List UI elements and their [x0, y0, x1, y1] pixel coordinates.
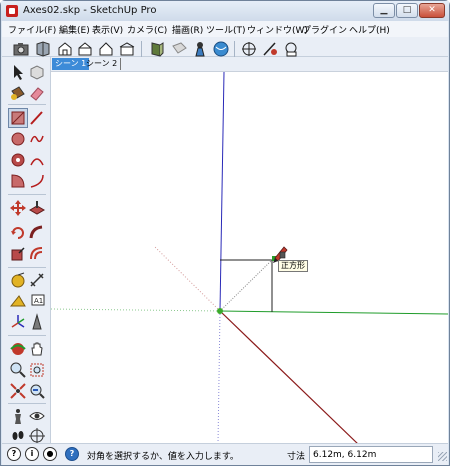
menu-bar: ファイル(F) 編集(E) 表示(V) カメラ(C) 描画(R) ツール(T) …: [2, 21, 448, 37]
status-message: 対角を選択するか、値を入力します。: [87, 452, 239, 462]
rectangle-edges: [220, 259, 273, 312]
camera-icon[interactable]: [12, 40, 30, 58]
inference-tooltip: 正方形: [278, 260, 308, 272]
move-tool-icon[interactable]: [9, 199, 27, 217]
menu-tools[interactable]: ツール(T): [206, 23, 246, 36]
menu-plugins[interactable]: プラグイン: [302, 23, 347, 36]
freehand-tool-icon[interactable]: [28, 130, 46, 148]
toolbar-separator: [141, 41, 142, 57]
tools-toolbar: A1: [2, 57, 51, 444]
front-view-icon[interactable]: [97, 40, 115, 58]
menu-window[interactable]: ウィンドウ(W): [247, 23, 308, 36]
window-title: Axes02.skp - SketchUp Pro: [23, 5, 157, 16]
green-axis-negative: [51, 308, 221, 312]
select-arrow-icon[interactable]: [9, 63, 27, 81]
circle-tool-icon[interactable]: [9, 130, 27, 148]
paint-bucket-icon[interactable]: [9, 84, 27, 102]
text-tool-icon[interactable]: A1: [28, 292, 46, 310]
menu-camera[interactable]: カメラ(C): [127, 23, 167, 36]
hidden-line-icon[interactable]: [191, 40, 209, 58]
previous-view-icon[interactable]: [28, 382, 46, 400]
top-view-icon[interactable]: [76, 40, 94, 58]
credits-icon[interactable]: i: [25, 447, 39, 461]
tape-measure-tool-icon[interactable]: [9, 271, 27, 289]
polygon-tool-icon[interactable]: [9, 151, 27, 169]
dimension-icon[interactable]: [282, 40, 300, 58]
arc-tool-icon[interactable]: [28, 151, 46, 169]
help-icon[interactable]: ?: [65, 447, 79, 461]
push-pull-icon[interactable]: [28, 199, 46, 217]
app-window: Axes02.skp - SketchUp Pro ▁ □ ✕ ファイル(F) …: [0, 0, 450, 466]
axes-icon[interactable]: [9, 313, 27, 331]
shaded-icon[interactable]: [212, 40, 230, 58]
red-axis: [219, 310, 359, 444]
orbit-tool-icon[interactable]: [9, 340, 27, 358]
three-point-arc-icon[interactable]: [28, 172, 46, 190]
offset-tool-icon[interactable]: [28, 245, 46, 263]
make-component-icon[interactable]: [28, 63, 46, 81]
menu-file[interactable]: ファイル(F): [8, 23, 56, 36]
sketchup-logo-icon: [6, 5, 18, 17]
status-bar: ? i ● ? 対角を選択するか、値を入力します。 寸法: [2, 443, 448, 465]
follow-me-icon[interactable]: [28, 224, 46, 242]
maximize-button[interactable]: □: [396, 3, 418, 18]
tape-measure-icon[interactable]: [261, 40, 279, 58]
green-axis: [219, 310, 448, 315]
position-camera-icon[interactable]: [9, 407, 27, 425]
protractor-icon[interactable]: [9, 292, 27, 310]
scale-tool-icon[interactable]: [9, 245, 27, 263]
tab-scene-2[interactable]: シーン 2: [83, 58, 122, 70]
views-toolbar: [2, 37, 448, 57]
menu-draw[interactable]: 描画(R): [172, 23, 203, 36]
close-button[interactable]: ✕: [419, 3, 445, 18]
rectangle-diagonal: [219, 259, 273, 312]
title-bar[interactable]: Axes02.skp - SketchUp Pro ▁ □ ✕: [1, 1, 449, 21]
user-icon[interactable]: ●: [43, 447, 57, 461]
rotate-tool-icon[interactable]: [9, 224, 27, 242]
menu-help[interactable]: ヘルプ(H): [349, 23, 390, 36]
menu-view[interactable]: 表示(V): [92, 23, 123, 36]
zoom-extents-icon[interactable]: [9, 382, 27, 400]
blue-axis-negative: [217, 310, 221, 444]
dimensions-tool-icon[interactable]: [28, 271, 46, 289]
zoom-window-icon[interactable]: [28, 361, 46, 379]
back-edges-icon[interactable]: [148, 40, 166, 58]
svg-text:A1: A1: [34, 297, 43, 305]
menu-edit[interactable]: 編集(E): [59, 23, 90, 36]
measurements-label: 寸法: [287, 452, 306, 462]
minimize-button[interactable]: ▁: [373, 3, 395, 18]
red-axis-negative: [154, 246, 221, 312]
resize-grip[interactable]: [438, 452, 447, 461]
blue-axis: [219, 72, 225, 312]
model-canvas: [51, 72, 448, 444]
3d-text-icon[interactable]: [28, 313, 46, 331]
3d-viewport[interactable]: 正方形: [51, 71, 448, 444]
toolbar-separator: [234, 41, 235, 57]
iso-view-icon[interactable]: [56, 40, 74, 58]
zoom-tool-icon[interactable]: [9, 361, 27, 379]
rectangle-tool-icon[interactable]: [8, 108, 28, 128]
measurements-input[interactable]: [309, 446, 433, 463]
right-view-icon[interactable]: [118, 40, 136, 58]
pan-hand-icon[interactable]: [28, 340, 46, 358]
wireframe-icon[interactable]: [170, 40, 188, 58]
origin-point: [217, 308, 223, 314]
axes-tool-icon[interactable]: [240, 40, 258, 58]
components-icon[interactable]: [34, 40, 52, 58]
geolocation-icon[interactable]: ?: [7, 447, 21, 461]
line-tool-icon[interactable]: [28, 109, 46, 127]
scene-tabs: シーン 1 シーン 2: [51, 57, 448, 71]
eraser-icon[interactable]: [28, 84, 46, 102]
pie-tool-icon[interactable]: [9, 172, 27, 190]
look-around-icon[interactable]: [28, 407, 46, 425]
